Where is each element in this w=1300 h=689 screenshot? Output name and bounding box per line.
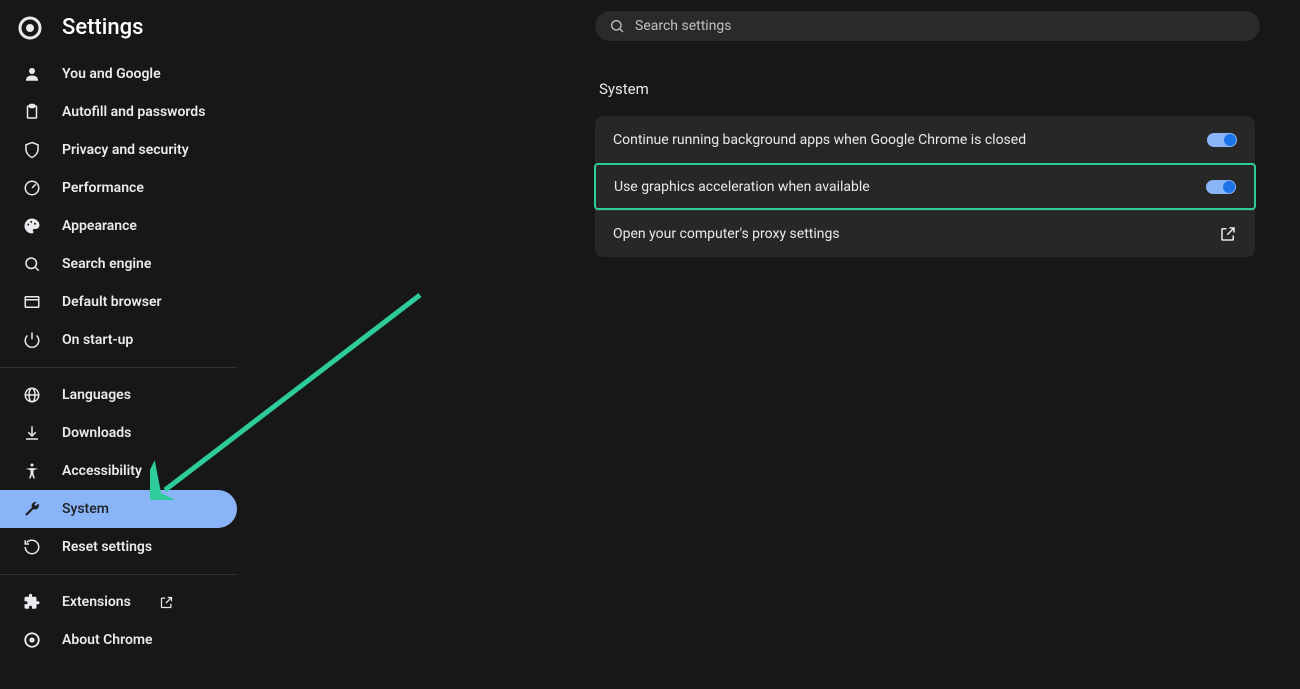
sidebar-item-label: Accessibility [62,463,142,479]
shield-icon [22,140,42,160]
sidebar-item-label: System [62,501,109,517]
row-gpu-accel[interactable]: Use graphics acceleration when available [594,163,1256,210]
sidebar-divider [0,574,237,575]
row-label: Continue running background apps when Go… [613,132,1026,148]
palette-icon [22,216,42,236]
search-icon [609,18,625,34]
sidebar-item-performance[interactable]: Performance [0,169,237,207]
wrench-icon [22,499,42,519]
sidebar-item-extensions[interactable]: Extensions [0,583,237,621]
row-bg-apps[interactable]: Continue running background apps when Go… [595,116,1255,163]
section-title: System [595,80,1255,98]
sidebar-item-downloads[interactable]: Downloads [0,414,237,452]
sidebar-item-label: On start-up [62,332,133,348]
sidebar-item-label: Languages [62,387,131,403]
open-external-icon [159,595,174,610]
row-label: Open your computer's proxy settings [613,226,840,242]
sidebar-item-about[interactable]: About Chrome [0,621,237,659]
sidebar-item-label: Appearance [62,218,137,234]
sidebar-item-label: Reset settings [62,539,152,555]
puzzle-icon [22,592,42,612]
sidebar-item-system[interactable]: System [0,490,237,528]
restore-icon [22,537,42,557]
row-label: Use graphics acceleration when available [614,179,870,195]
toggle-bg-apps[interactable] [1207,133,1237,147]
main-content: System Continue running background apps … [595,80,1255,257]
sidebar-item-label: Search engine [62,256,151,272]
sidebar-item-reset[interactable]: Reset settings [0,528,237,566]
row-proxy[interactable]: Open your computer's proxy settings [595,210,1255,257]
chrome-logo-icon [22,630,42,650]
sidebar-item-you-google[interactable]: You and Google [0,55,237,93]
sidebar-item-label: Downloads [62,425,131,441]
sidebar-item-label: You and Google [62,66,161,82]
search-icon [22,254,42,274]
download-icon [22,423,42,443]
sidebar: You and Google Autofill and passwords Pr… [0,55,237,659]
speedometer-icon [22,178,42,198]
toggle-gpu-accel[interactable] [1206,180,1236,194]
window-icon [22,292,42,312]
clipboard-icon [22,102,42,122]
sidebar-item-accessibility[interactable]: Accessibility [0,452,237,490]
sidebar-item-label: About Chrome [62,632,153,648]
person-icon [22,64,42,84]
sidebar-item-label: Autofill and passwords [62,104,205,120]
globe-icon [22,385,42,405]
sidebar-item-autofill[interactable]: Autofill and passwords [0,93,237,131]
search-input[interactable] [635,18,1246,34]
sidebar-item-startup[interactable]: On start-up [0,321,237,359]
power-icon [22,330,42,350]
sidebar-item-label: Extensions [62,594,131,610]
chrome-logo-icon [18,16,42,40]
sidebar-item-label: Performance [62,180,144,196]
sidebar-item-languages[interactable]: Languages [0,376,237,414]
accessibility-icon [22,461,42,481]
search-settings-field[interactable] [595,11,1260,41]
sidebar-item-search-engine[interactable]: Search engine [0,245,237,283]
sidebar-item-default-browser[interactable]: Default browser [0,283,237,321]
settings-card: Continue running background apps when Go… [595,116,1255,257]
open-external-icon [1219,225,1237,243]
sidebar-item-appearance[interactable]: Appearance [0,207,237,245]
sidebar-item-label: Default browser [62,294,162,310]
page-title: Settings [62,15,143,40]
sidebar-item-label: Privacy and security [62,142,189,158]
sidebar-item-privacy[interactable]: Privacy and security [0,131,237,169]
sidebar-divider [0,367,237,368]
